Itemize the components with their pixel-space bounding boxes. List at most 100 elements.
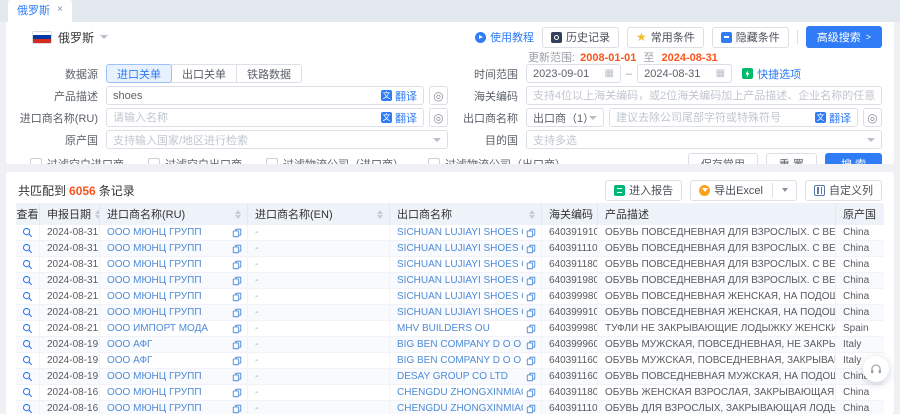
view-cell[interactable] [16,321,40,336]
search-button[interactable]: 搜 索 [825,153,882,164]
copy-icon[interactable] [526,276,536,286]
importer-ru-link[interactable]: ООО МЮНЦ ГРУПП [107,387,202,398]
copy-icon[interactable] [232,324,242,334]
date-to-input[interactable] [644,68,712,80]
copy-icon[interactable] [526,404,536,414]
exporter-link[interactable]: SICHUAN LUJIAYI SHOES CO LTD [397,259,523,270]
view-cell[interactable] [16,353,40,368]
importer-ru-link[interactable]: ООО АФГ [107,355,152,366]
exporter-link[interactable]: MHV BUILDERS OU [397,323,490,334]
view-cell[interactable] [16,257,40,272]
checkbox-filter-blank-importer[interactable]: 过滤空白进口商 [30,156,124,164]
copy-icon[interactable] [526,308,536,318]
hide-filters-button[interactable]: 隐藏条件 [712,27,789,48]
copy-icon[interactable] [232,356,242,366]
hs-code-input[interactable] [533,90,875,102]
view-cell[interactable] [16,241,40,256]
tab-russia[interactable]: 俄罗斯 × [8,0,72,22]
copy-icon[interactable] [232,292,242,302]
col-importer-ru[interactable]: 进口商名称(RU) [100,203,248,225]
tab-export-customs[interactable]: 出口关单 [171,64,237,83]
origin-country-select[interactable]: 支持输入国家/地区进行检索 [106,130,448,149]
date-from-field[interactable]: ▦ [526,64,621,83]
col-declare-date[interactable]: 申报日期 [40,203,100,225]
checkbox-filter-blank-exporter[interactable]: 过滤空白出口商 [148,156,242,164]
exporter-link[interactable]: SICHUAN LUJIAYI SHOES CO LTD [397,243,523,254]
match-mode-button[interactable]: ◎ [863,108,882,127]
exporter-type-select[interactable]: 出口商（1） [526,108,604,127]
importer-ru-link[interactable]: ООО МЮНЦ ГРУПП [107,243,202,254]
importer-ru-link[interactable]: ООО МЮНЦ ГРУПП [107,227,202,238]
view-cell[interactable] [16,305,40,320]
date-from-input[interactable] [533,68,601,80]
product-desc-input[interactable] [113,90,377,102]
view-cell[interactable] [16,273,40,288]
exporter-link[interactable]: SICHUAN LUJIAYI SHOES CO LTD [397,275,523,286]
copy-icon[interactable] [232,228,242,238]
copy-icon[interactable] [526,260,536,270]
copy-icon[interactable] [526,244,536,254]
importer-input[interactable] [113,112,377,124]
copy-icon[interactable] [526,388,536,398]
translate-button[interactable]: 文 翻译 [815,110,851,126]
copy-icon[interactable] [232,260,242,270]
col-importer-en[interactable]: 进口商名称(EN) [248,203,390,225]
copy-icon[interactable] [232,340,242,350]
translate-button[interactable]: 文 翻译 [381,110,417,126]
view-cell[interactable] [16,337,40,352]
copy-icon[interactable] [232,372,242,382]
view-cell[interactable] [16,401,40,414]
importer-ru-link[interactable]: ООО ИМПОРТ МОДА [107,323,208,334]
col-exporter[interactable]: 出口商名称 [390,203,542,225]
exporter-link[interactable]: BIG BEN COMPANY D O O FROM BEST T [397,355,523,366]
match-mode-button[interactable]: ◎ [429,86,448,105]
close-icon[interactable]: × [57,5,63,15]
reset-button[interactable]: 重 置 [766,153,817,164]
copy-icon[interactable] [526,228,536,238]
view-cell[interactable] [16,225,40,240]
importer-ru-link[interactable]: ООО МЮНЦ ГРУПП [107,275,202,286]
importer-ru-link[interactable]: ООО МЮНЦ ГРУПП [107,291,202,302]
importer-ru-link[interactable]: ООО МЮНЦ ГРУПП [107,259,202,270]
exporter-link[interactable]: BIG BEN COMPANY D O O FROM BEST T [397,339,523,350]
copy-icon[interactable] [526,356,536,366]
history-button[interactable]: 历史记录 [542,27,619,48]
chevron-down-icon[interactable] [782,188,788,192]
exporter-link[interactable]: SICHUAN LUJIAYI SHOES CO LTD [397,307,523,318]
save-common-button[interactable]: 保存常用 [688,153,758,164]
exporter-link[interactable]: SICHUAN LUJIAYI SHOES CO LTD [397,227,523,238]
favorites-button[interactable]: ★ 常用条件 [627,27,704,48]
checkbox-filter-logistics-exporter[interactable]: 过滤物流公司（出口商） [428,156,566,164]
checkbox-icon[interactable] [30,158,42,164]
exporter-input[interactable] [616,112,811,124]
checkbox-icon[interactable] [148,158,160,164]
chevron-down-icon[interactable] [100,35,108,39]
importer-ru-link[interactable]: ООО МЮНЦ ГРУПП [107,307,202,318]
tab-import-customs[interactable]: 进口关单 [106,64,172,83]
copy-icon[interactable] [232,276,242,286]
view-cell[interactable] [16,385,40,400]
exporter-link[interactable]: SICHUAN LUJIAYI SHOES CO LTD [397,291,523,302]
date-to-field[interactable]: ▦ [637,64,732,83]
tab-railway-data[interactable]: 铁路数据 [236,64,302,83]
copy-icon[interactable] [526,324,536,334]
importer-ru-link[interactable]: ООО МЮНЦ ГРУПП [107,403,202,414]
custom-columns-button[interactable]: 自定义列 [805,180,882,201]
enter-report-button[interactable]: 进入报告 [605,180,682,201]
copy-icon[interactable] [232,308,242,318]
copy-icon[interactable] [526,372,536,382]
destination-select[interactable]: 支持多选 [526,130,882,149]
importer-ru-link[interactable]: ООО МЮНЦ ГРУПП [107,371,202,382]
copy-icon[interactable] [232,404,242,414]
tutorial-link[interactable]: 使用教程 [475,29,534,45]
view-cell[interactable] [16,369,40,384]
export-excel-button[interactable]: 导出Excel [690,180,797,201]
copy-icon[interactable] [232,388,242,398]
checkbox-icon[interactable] [266,158,278,164]
exporter-link[interactable]: CHENGDU ZHONGXINMIAO TRADING C [397,403,523,414]
copy-icon[interactable] [526,292,536,302]
copy-icon[interactable] [232,244,242,254]
view-cell[interactable] [16,289,40,304]
match-mode-button[interactable]: ◎ [429,108,448,127]
exporter-link[interactable]: DESAY GROUP CO LTD [397,371,508,382]
